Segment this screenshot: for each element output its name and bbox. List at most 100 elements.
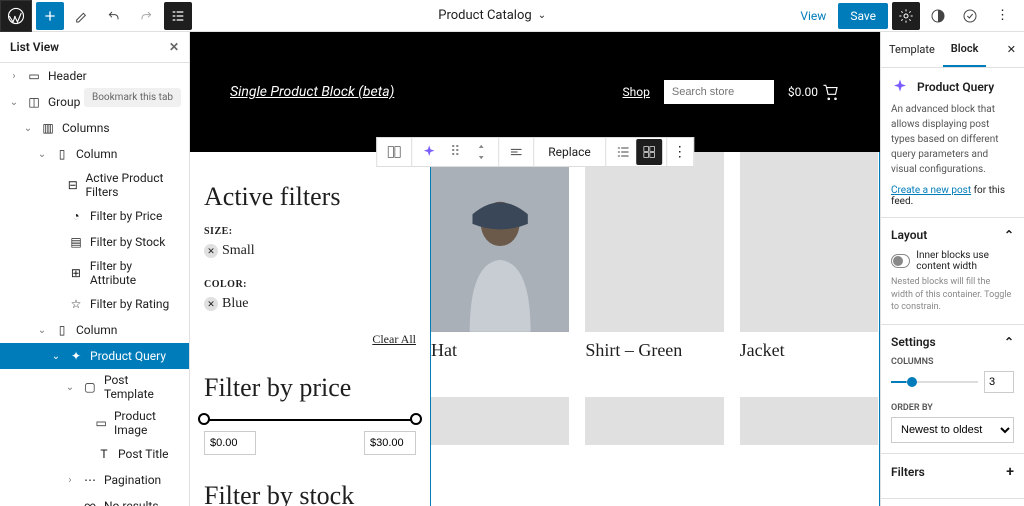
status-button[interactable] <box>956 2 984 30</box>
product-card[interactable]: Jacket <box>740 152 878 381</box>
block-name-row: Product Query <box>891 78 1014 96</box>
undo-button[interactable] <box>100 2 128 30</box>
tree-item-filter-by-stock[interactable]: ▤Filter by Stock <box>0 229 189 255</box>
redo-button[interactable] <box>132 2 160 30</box>
cart-icon <box>822 83 840 101</box>
model-photo <box>431 152 569 332</box>
tree-item-filter-by-attribute[interactable]: ⊞Filter by Attribute <box>0 255 189 291</box>
filters-icon: ⊟ <box>66 177 79 193</box>
cart[interactable]: $0.00 <box>788 83 840 101</box>
tree-item-filter-by-price[interactable]: ◔Filter by Price <box>0 203 189 229</box>
toolbar-replace-button[interactable]: Replace <box>538 145 601 159</box>
shop-link[interactable]: Shop <box>623 85 650 99</box>
product-image <box>431 152 569 332</box>
tree-item-active-product-filters[interactable]: ⊟ Active Product Filters <box>0 167 189 203</box>
align-icon <box>508 144 524 160</box>
price-slider-max-handle[interactable] <box>410 413 422 425</box>
toggle-icon <box>891 254 910 268</box>
remove-icon: ✕ <box>204 244 218 258</box>
chevron-up-icon[interactable]: ⌃ <box>1004 335 1014 349</box>
chevron-icon: ⌄ <box>36 325 48 336</box>
tree-item-header[interactable]: ›▭Header <box>0 63 189 89</box>
price-min-input[interactable] <box>204 431 256 455</box>
kebab-icon: ⋮ <box>996 8 1008 23</box>
tree-item-post-template[interactable]: ⌄▢Post Template <box>0 369 189 405</box>
topbar-left <box>0 0 192 32</box>
columns-input[interactable] <box>984 371 1014 393</box>
product-card[interactable] <box>431 397 569 453</box>
layout-section: Layout⌃ Inner blocks use content width N… <box>881 218 1024 325</box>
header-icon: ▭ <box>26 68 42 84</box>
toolbar-grid-button[interactable] <box>636 139 662 165</box>
toolbar-query-button[interactable] <box>416 139 442 165</box>
chevron-icon: ⌄ <box>22 123 34 134</box>
toolbar-move-button[interactable] <box>468 139 494 165</box>
tree-item-product-query[interactable]: ⌄✦Product Query <box>0 343 189 369</box>
product-grid[interactable]: Hat Shirt – Green Jacket <box>430 152 880 506</box>
toolbar-parent-button[interactable] <box>381 139 407 165</box>
tree-item-label: Active Product Filters <box>85 171 181 199</box>
chevron-icon: ⌄ <box>8 97 20 108</box>
size-chip[interactable]: ✕Small <box>204 243 255 259</box>
tree-item-label: Group <box>48 95 80 109</box>
tree-item-pagination[interactable]: ›⋯Pagination <box>0 467 189 493</box>
columns-slider[interactable] <box>891 381 978 383</box>
close-inspector[interactable]: ✕ <box>999 43 1024 56</box>
price-max-input[interactable] <box>364 431 416 455</box>
create-post-link[interactable]: Create a new post <box>891 185 971 196</box>
tree-item-filter-by-rating[interactable]: ☆Filter by Rating <box>0 291 189 317</box>
block-toolbar: ⠿ Replace ⋮ <box>376 137 694 167</box>
product-title: Hat <box>431 340 569 361</box>
tree-item-label: Column <box>76 323 117 337</box>
toolbar-list-button[interactable] <box>610 139 636 165</box>
tree-item-product-image[interactable]: ▭Product Image <box>0 405 189 441</box>
tree-item-column[interactable]: ⌄▯Column <box>0 317 189 343</box>
tree-item-no-results[interactable]: ∞No results <box>0 493 189 506</box>
topbar-center[interactable]: Product Catalog ⌄ <box>192 8 792 23</box>
view-link[interactable]: View <box>792 9 834 23</box>
editor-canvas[interactable]: Single Product Block (beta) Shop $0.00 ⠿ <box>190 32 880 506</box>
toolbar-more-button[interactable]: ⋮ <box>667 139 693 165</box>
store-title[interactable]: Single Product Block (beta) <box>230 84 394 100</box>
price-slider[interactable] <box>204 419 416 421</box>
save-button[interactable]: Save <box>838 3 888 29</box>
list-view-toggle[interactable] <box>164 2 192 30</box>
styles-button[interactable] <box>924 2 952 30</box>
close-list-view[interactable]: ✕ <box>169 40 179 54</box>
wp-logo[interactable] <box>0 0 32 32</box>
edit-button[interactable] <box>68 2 96 30</box>
tree-item-label: Pagination <box>104 473 161 487</box>
product-card[interactable]: Hat <box>431 152 569 381</box>
tab-template[interactable]: Template <box>881 33 943 66</box>
pagination-icon: ⋯ <box>82 472 98 488</box>
toolbar-align-button[interactable] <box>503 139 529 165</box>
content-row: Active filters SIZE: ✕Small COLOR: ✕Blue… <box>190 152 880 506</box>
columns-slider-row[interactable] <box>891 371 1014 393</box>
inspector-panel: Template Block ✕ Product Query An advanc… <box>880 32 1024 506</box>
plus-icon[interactable]: + <box>1006 464 1014 480</box>
inspector-tabs: Template Block ✕ <box>881 32 1024 68</box>
add-block-button[interactable] <box>36 2 64 30</box>
tree-item-post-title[interactable]: TPost Title <box>0 441 189 467</box>
layout-toggle-row[interactable]: Inner blocks use content width <box>891 250 1014 272</box>
price-slider-min-handle[interactable] <box>198 413 210 425</box>
settings-button[interactable] <box>892 2 920 30</box>
redo-icon <box>138 8 154 24</box>
more-button[interactable]: ⋮ <box>988 2 1016 30</box>
product-image <box>740 152 878 332</box>
clear-all-link[interactable]: Clear All <box>204 332 416 347</box>
template-icon: ▢ <box>82 379 98 395</box>
product-card[interactable] <box>740 397 878 453</box>
color-chip[interactable]: ✕Blue <box>204 296 248 312</box>
chevron-up-icon[interactable]: ⌃ <box>1004 228 1014 242</box>
toolbar-drag-button[interactable]: ⠿ <box>442 139 468 165</box>
tab-block[interactable]: Block <box>943 32 987 67</box>
tree-item-columns[interactable]: ⌄▥Columns <box>0 115 189 141</box>
product-card[interactable]: Shirt – Green <box>585 152 723 381</box>
orderby-select[interactable]: Newest to oldest <box>891 417 1014 443</box>
product-title: Shirt – Green <box>585 340 723 361</box>
store-search-input[interactable] <box>664 80 774 104</box>
tree-item-column[interactable]: ⌄▯Column <box>0 141 189 167</box>
cart-total: $0.00 <box>788 85 818 99</box>
product-card[interactable] <box>585 397 723 453</box>
